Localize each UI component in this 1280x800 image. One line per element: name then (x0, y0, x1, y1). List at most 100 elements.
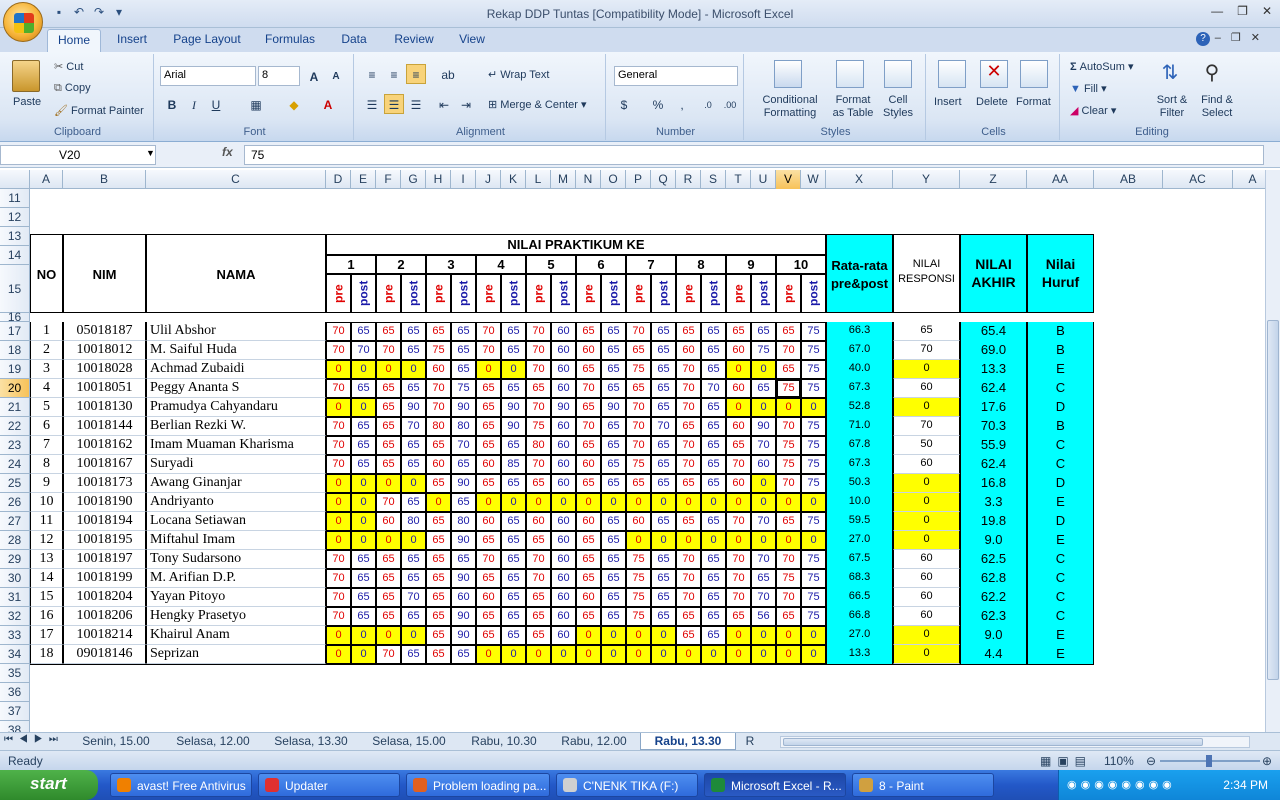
taskbar-item[interactable]: Microsoft Excel - R... (704, 773, 846, 797)
post-score[interactable]: 65 (651, 607, 676, 626)
final-score[interactable]: 9.0 (960, 531, 1027, 550)
post-score[interactable]: 70 (701, 379, 726, 398)
post-score[interactable]: 70 (401, 588, 426, 607)
student-name[interactable]: Locana Setiawan (146, 512, 326, 531)
final-score[interactable]: 3.3 (960, 493, 1027, 512)
row-header[interactable]: 23 (0, 436, 30, 455)
pre-score[interactable]: 70 (726, 550, 751, 569)
font-name-box[interactable]: Arial (160, 66, 256, 86)
post-score[interactable]: 65 (351, 379, 376, 398)
final-score[interactable]: 4.4 (960, 645, 1027, 664)
responsi-score[interactable]: 70 (893, 341, 960, 360)
post-score[interactable]: 70 (751, 512, 776, 531)
taskbar-item[interactable]: Updater (258, 773, 400, 797)
student-no[interactable]: 14 (30, 569, 63, 588)
post-score[interactable]: 75 (801, 436, 826, 455)
post-score[interactable]: 65 (651, 341, 676, 360)
pre-score[interactable]: 0 (726, 626, 751, 645)
post-score[interactable]: 65 (401, 550, 426, 569)
column-header-n[interactable]: N (576, 170, 601, 189)
student-nim[interactable]: 10018190 (63, 493, 146, 512)
pre-score[interactable]: 0 (676, 531, 701, 550)
post-score[interactable]: 90 (401, 398, 426, 417)
increase-decimal-icon[interactable]: .0 (698, 94, 718, 114)
select-all-corner[interactable] (0, 170, 30, 189)
pre-score[interactable]: 75 (626, 455, 651, 474)
post-score[interactable]: 65 (701, 436, 726, 455)
praktikum-number[interactable]: 2 (376, 255, 426, 274)
responsi-score[interactable]: 0 (893, 398, 960, 417)
average-score[interactable]: 27.0 (826, 626, 893, 645)
post-score[interactable]: 0 (751, 645, 776, 664)
conditional-formatting-button[interactable]: Conditional Formatting (754, 94, 826, 120)
post-score[interactable]: 65 (351, 550, 376, 569)
post-score[interactable]: 0 (601, 645, 626, 664)
column-header-m[interactable]: M (551, 170, 576, 189)
post-score[interactable]: 65 (701, 512, 726, 531)
post-score[interactable]: 60 (551, 322, 576, 341)
pre-score[interactable]: 65 (376, 379, 401, 398)
header-responsi[interactable]: NILAI RESPONSI (893, 234, 960, 313)
pre-score[interactable]: 60 (626, 512, 651, 531)
row-header[interactable]: 12 (0, 208, 30, 227)
post-score[interactable]: 60 (551, 531, 576, 550)
post-score[interactable]: 65 (651, 322, 676, 341)
header-pre[interactable]: pre (626, 274, 651, 313)
pre-score[interactable]: 70 (776, 474, 801, 493)
average-score[interactable]: 13.3 (826, 645, 893, 664)
letter-grade[interactable]: E (1027, 360, 1094, 379)
student-nim[interactable]: 10018194 (63, 512, 146, 531)
pre-score[interactable]: 75 (626, 550, 651, 569)
final-score[interactable]: 62.8 (960, 569, 1027, 588)
letter-grade[interactable]: C (1027, 607, 1094, 626)
pre-score[interactable]: 65 (776, 360, 801, 379)
post-score[interactable]: 65 (351, 455, 376, 474)
pre-score[interactable]: 65 (576, 360, 601, 379)
post-score[interactable]: 70 (751, 550, 776, 569)
post-score[interactable]: 90 (451, 474, 476, 493)
student-no[interactable]: 13 (30, 550, 63, 569)
letter-grade[interactable]: C (1027, 436, 1094, 455)
row-header[interactable]: 35 (0, 664, 30, 683)
student-nim[interactable]: 10018197 (63, 550, 146, 569)
praktikum-number[interactable]: 10 (776, 255, 826, 274)
post-score[interactable]: 65 (501, 341, 526, 360)
student-no[interactable]: 17 (30, 626, 63, 645)
post-score[interactable]: 0 (801, 626, 826, 645)
post-score[interactable]: 65 (601, 569, 626, 588)
insert-button[interactable]: Insert (934, 96, 962, 108)
worksheet-grid[interactable]: A B C D E F G H I J K L M N O P Q R S T U V W X Y Z AA AB AC A 11 12 13… (0, 170, 1265, 732)
row-header[interactable]: 31 (0, 588, 30, 607)
pre-score[interactable]: 70 (326, 322, 351, 341)
column-header-k[interactable]: K (501, 170, 526, 189)
scroll-thumb[interactable] (1267, 320, 1279, 680)
pre-score[interactable]: 0 (376, 474, 401, 493)
pre-score[interactable]: 65 (526, 531, 551, 550)
post-score[interactable]: 0 (351, 493, 376, 512)
post-score[interactable]: 75 (801, 550, 826, 569)
post-score[interactable]: 60 (551, 550, 576, 569)
post-score[interactable]: 0 (601, 493, 626, 512)
column-header-w[interactable]: W (801, 170, 826, 189)
post-score[interactable]: 70 (451, 436, 476, 455)
student-nim[interactable]: 10018028 (63, 360, 146, 379)
responsi-score[interactable]: 60 (893, 455, 960, 474)
pre-score[interactable]: 70 (626, 417, 651, 436)
borders-icon[interactable]: ▦ (246, 94, 266, 114)
post-score[interactable]: 75 (801, 322, 826, 341)
post-score[interactable]: 75 (451, 379, 476, 398)
post-score[interactable]: 65 (601, 379, 626, 398)
post-score[interactable]: 75 (801, 474, 826, 493)
column-header-r[interactable]: R (676, 170, 701, 189)
post-score[interactable]: 90 (451, 531, 476, 550)
post-score[interactable]: 0 (351, 360, 376, 379)
post-score[interactable]: 90 (501, 398, 526, 417)
student-name[interactable]: Berlian Rezki W. (146, 417, 326, 436)
student-name[interactable]: Seprizan (146, 645, 326, 664)
row-header[interactable]: 25 (0, 474, 30, 493)
final-score[interactable]: 55.9 (960, 436, 1027, 455)
post-score[interactable]: 65 (501, 474, 526, 493)
pre-score[interactable]: 0 (726, 398, 751, 417)
pre-score[interactable]: 0 (326, 512, 351, 531)
font-size-box[interactable]: 8 (258, 66, 300, 86)
